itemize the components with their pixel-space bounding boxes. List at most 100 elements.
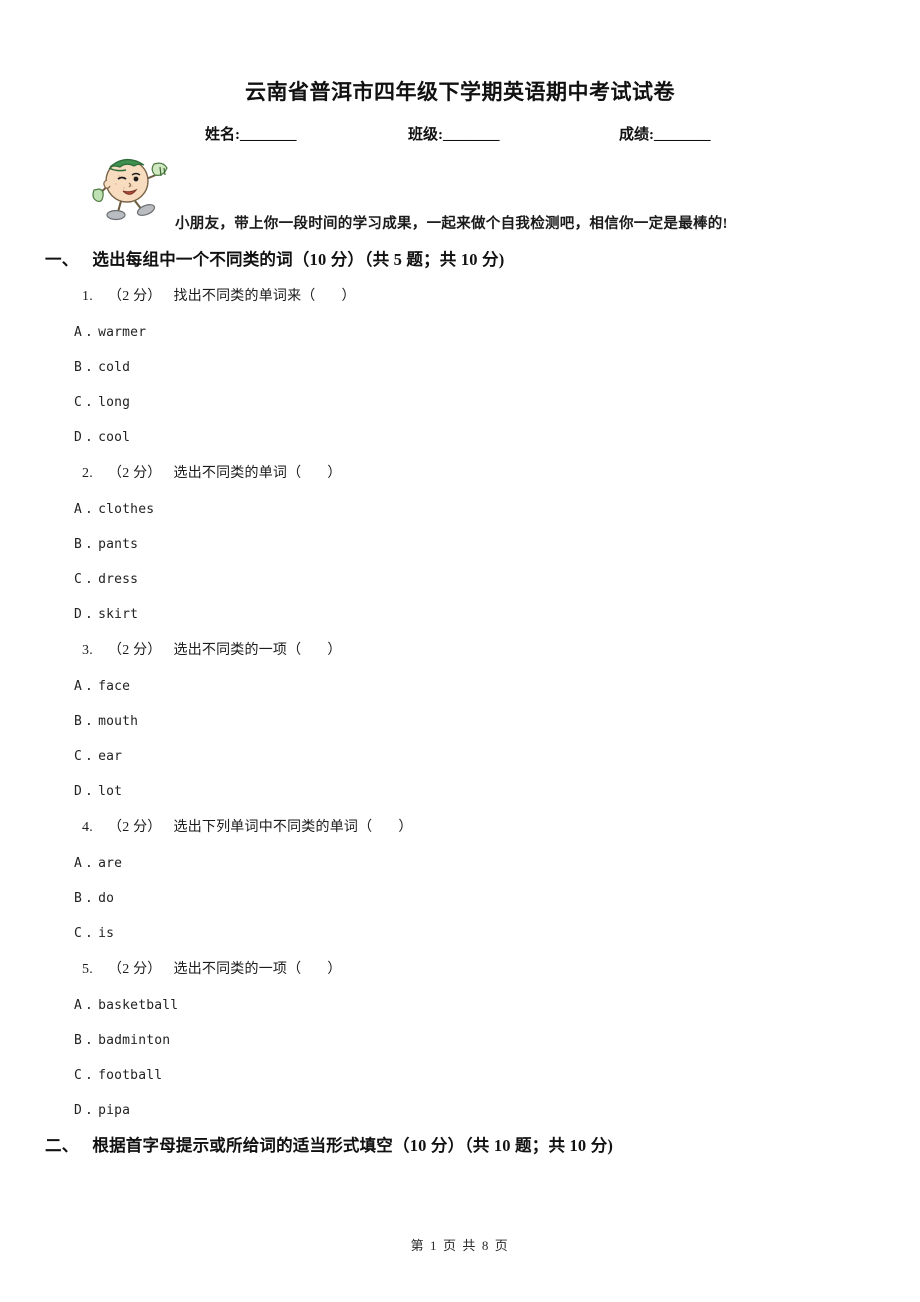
question-score: （2 分） <box>108 643 162 659</box>
option-b[interactable]: B. cold <box>74 350 860 385</box>
option-text: football <box>98 1068 163 1084</box>
question-text: 选出不同类的单词（ <box>173 466 302 482</box>
option-text: pants <box>98 537 139 553</box>
option-letter: D <box>74 430 83 446</box>
option-b[interactable]: B. pants <box>74 527 860 562</box>
question-number: 4. <box>82 820 93 836</box>
option-dot: . <box>85 998 94 1014</box>
option-dot: . <box>85 784 94 800</box>
option-text: cold <box>98 360 131 376</box>
question-score: （2 分） <box>108 962 162 978</box>
answer-blank[interactable] <box>301 962 327 977</box>
option-dot: . <box>85 430 94 446</box>
option-dot: . <box>85 395 94 411</box>
option-c[interactable]: C. is <box>74 916 860 951</box>
greeting-text: 小朋友，带上你一段时间的学习成果，一起来做个自我检测吧，相信你一定是最棒的! <box>175 216 728 233</box>
question-score: （2 分） <box>108 466 162 482</box>
question-score: （2 分） <box>108 289 162 305</box>
option-text: badminton <box>98 1033 171 1049</box>
option-text: do <box>98 891 115 907</box>
answer-blank[interactable] <box>316 289 342 304</box>
question-stem: 3. （2 分） 选出不同类的一项（ ） <box>82 632 860 669</box>
option-d[interactable]: D. pipa <box>74 1093 860 1128</box>
section-heading-2: 二、 根据首字母提示或所给词的适当形式填空（10 分）（共 10 题；共 10 分… <box>45 1132 860 1156</box>
exam-page: 云南省普洱市四年级下学期英语期中考试试卷 姓名:________ 班级:____… <box>0 0 920 1302</box>
option-b[interactable]: B. mouth <box>74 704 860 739</box>
option-dot: . <box>85 856 94 872</box>
answer-blank[interactable] <box>301 643 327 658</box>
option-text: warmer <box>98 325 147 341</box>
option-text: pipa <box>98 1103 131 1119</box>
option-d[interactable]: D. skirt <box>74 597 860 632</box>
option-text: mouth <box>98 714 139 730</box>
answer-blank[interactable] <box>372 820 398 835</box>
option-letter: D <box>74 607 83 623</box>
question-number: 2. <box>82 466 93 482</box>
greeting-block: 小朋友，带上你一段时间的学习成果，一起来做个自我检测吧，相信你一定是最棒的! <box>60 150 860 242</box>
option-dot: . <box>85 572 94 588</box>
option-dot: . <box>85 679 94 695</box>
option-text: ear <box>98 749 123 765</box>
question-score: （2 分） <box>108 820 162 836</box>
question-close-paren: ） <box>398 820 413 836</box>
option-a[interactable]: A. warmer <box>74 315 860 350</box>
option-dot: . <box>85 607 94 623</box>
option-dot: . <box>85 1033 94 1049</box>
question-stem: 5. （2 分） 选出不同类的一项（ ） <box>82 951 860 988</box>
option-c[interactable]: C. long <box>74 385 860 420</box>
option-c[interactable]: C. dress <box>74 562 860 597</box>
question-text: 选出不同类的一项（ <box>173 643 302 659</box>
option-letter: C <box>74 572 83 588</box>
option-b[interactable]: B. badminton <box>74 1023 860 1058</box>
section-number-1: 一、 <box>45 250 79 270</box>
option-a[interactable]: A. basketball <box>74 988 860 1023</box>
option-letter: C <box>74 926 83 942</box>
score-label: 成绩: <box>619 127 654 144</box>
answer-blank[interactable] <box>301 466 327 481</box>
option-letter: B <box>74 714 83 730</box>
option-letter: C <box>74 749 83 765</box>
option-letter: C <box>74 1068 83 1084</box>
option-letter: B <box>74 537 83 553</box>
question-stem: 2. （2 分） 选出不同类的单词（ ） <box>82 455 860 492</box>
option-text: are <box>98 856 123 872</box>
option-letter: B <box>74 1033 83 1049</box>
question-3: 3. （2 分） 选出不同类的一项（ ） A. face B. mouth C. ear … <box>74 632 860 809</box>
student-info-row: 姓名:________ 班级:________ 成绩:________ <box>60 123 860 144</box>
section-heading-1: 一、 选出每组中一个不同类的词（10 分）（共 5 题；共 10 分) <box>45 246 860 270</box>
option-letter: B <box>74 891 83 907</box>
page-title: 云南省普洱市四年级下学期英语期中考试试卷 <box>245 80 675 104</box>
option-letter: A <box>74 679 83 695</box>
option-d[interactable]: D. cool <box>74 420 860 455</box>
score-field[interactable]: 成绩:________ <box>619 123 711 144</box>
option-text: face <box>98 679 131 695</box>
option-dot: . <box>85 749 94 765</box>
option-a[interactable]: A. face <box>74 669 860 704</box>
cartoon-boy-icon <box>88 150 174 222</box>
option-text: dress <box>98 572 139 588</box>
question-stem: 1. （2 分） 找出不同类的单词来（ ） <box>82 278 860 315</box>
name-blank: ________ <box>240 127 297 144</box>
name-field[interactable]: 姓名:________ <box>205 123 297 144</box>
option-c[interactable]: C. football <box>74 1058 860 1093</box>
name-label: 姓名: <box>205 127 240 144</box>
option-dot: . <box>85 360 94 376</box>
option-a[interactable]: A. clothes <box>74 492 860 527</box>
option-d[interactable]: D. lot <box>74 774 860 809</box>
option-a[interactable]: A. are <box>74 846 860 881</box>
question-5: 5. （2 分） 选出不同类的一项（ ） A. basketball B. badmin… <box>74 951 860 1128</box>
option-letter: D <box>74 1103 83 1119</box>
option-text: is <box>98 926 115 942</box>
option-b[interactable]: B. do <box>74 881 860 916</box>
option-dot: . <box>85 1068 94 1084</box>
option-c[interactable]: C. ear <box>74 739 860 774</box>
class-label: 班级: <box>408 127 443 144</box>
class-field[interactable]: 班级:________ <box>408 123 500 144</box>
question-4: 4. （2 分） 选出下列单词中不同类的单词（ ） A. are B. do C. is <box>74 809 860 951</box>
option-dot: . <box>85 714 94 730</box>
option-text: clothes <box>98 502 155 518</box>
option-text: skirt <box>98 607 139 623</box>
option-text: long <box>98 395 131 411</box>
option-letter: A <box>74 325 83 341</box>
section-meta-1: （共 5 题；共 10 分) <box>364 250 505 270</box>
